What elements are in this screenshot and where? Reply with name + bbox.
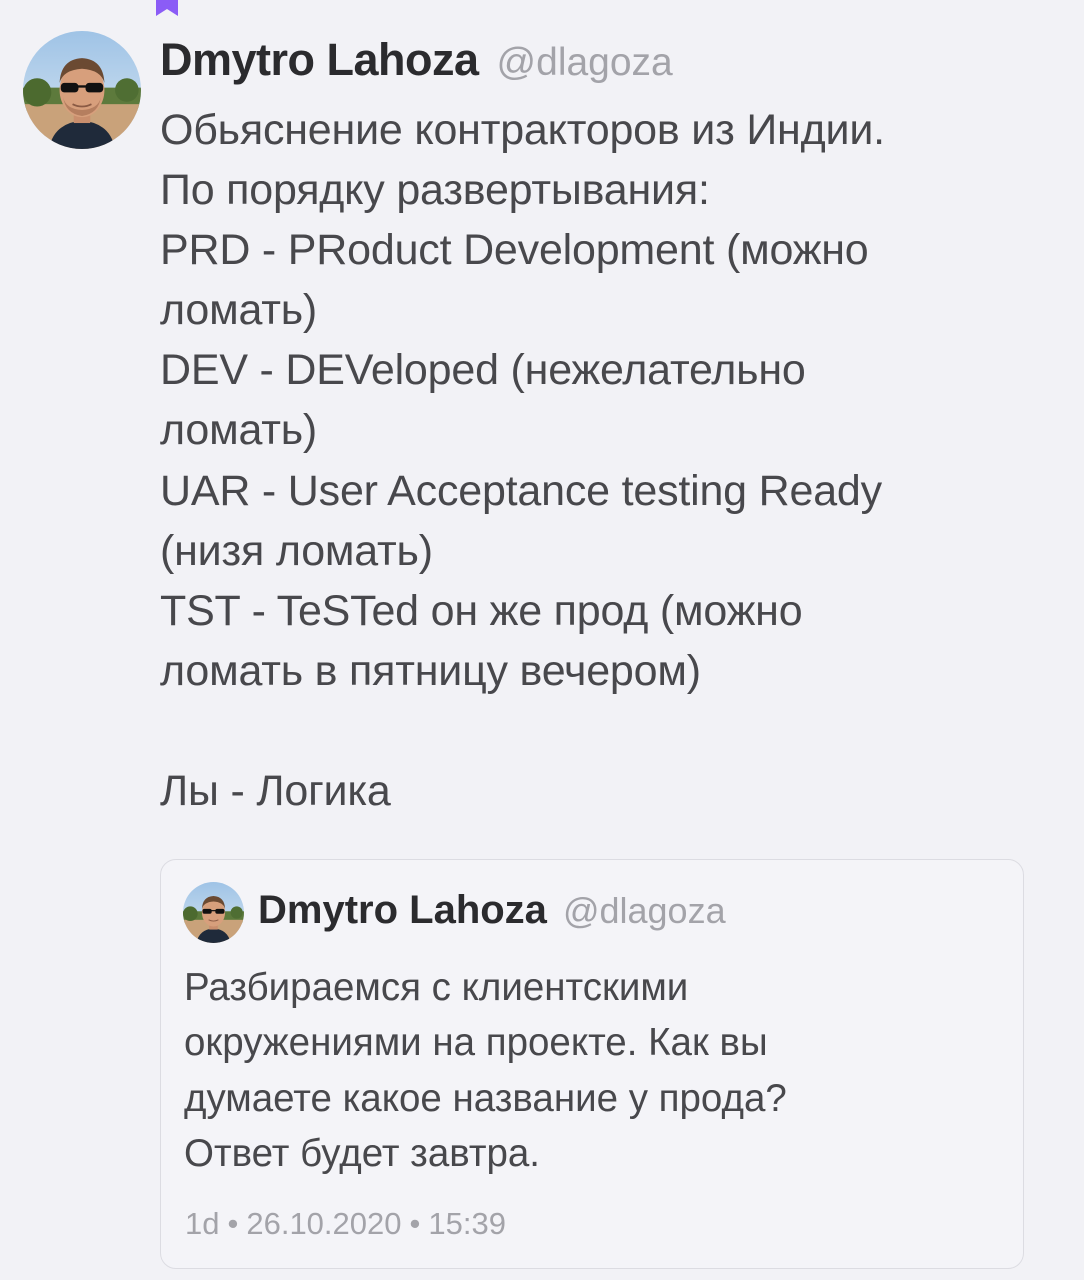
author-handle[interactable]: @dlagoza <box>497 41 673 85</box>
post-line: ломать) <box>160 286 318 335</box>
post-line: UAR - User Acceptance testing Ready <box>160 466 882 515</box>
separator-dot: • <box>227 1206 239 1241</box>
quoted-post-text: Разбираемся с клиентскими окружениями на… <box>184 960 1004 1181</box>
post-date: 26.10.2020 <box>246 1206 402 1241</box>
avatar-photo <box>183 882 244 943</box>
post-line: (низя ломать) <box>160 526 433 575</box>
post-time: 15:39 <box>428 1206 506 1241</box>
post-blank-line <box>160 701 1060 761</box>
quoted-post-header: Dmytro Lahoza @dlagoza <box>258 888 726 933</box>
quoted-post-timestamp[interactable]: 1d • 26.10.2020 • 15:39 <box>185 1206 506 1242</box>
post-line: PRD - PRoduct Development (можно <box>160 226 869 275</box>
author-name[interactable]: Dmytro Lahoza <box>160 34 479 86</box>
post-line: ломать) <box>160 406 318 455</box>
post-line: DEV - DEVeloped (нежелательно <box>160 346 806 395</box>
post-line: ломать в пятницу вечером) <box>160 646 701 695</box>
avatar-photo <box>23 31 141 149</box>
post-age: 1d <box>185 1206 220 1241</box>
post-header: Dmytro Lahoza @dlagoza <box>160 34 673 90</box>
quoted-post-line: Ответ будет завтра. <box>184 1131 540 1175</box>
post-text: Обьяснение контракторов из Индии. По пор… <box>160 100 1060 821</box>
post-line: TST - TeSTed он же прод (можно <box>160 586 803 635</box>
author-avatar[interactable] <box>23 31 141 149</box>
quoted-author-avatar[interactable] <box>183 882 244 943</box>
post-line: Лы - Логика <box>160 767 391 816</box>
quoted-post-line: думаете какое название у прода? <box>184 1076 787 1120</box>
quoted-author-name[interactable]: Dmytro Lahoza <box>258 888 547 933</box>
quoted-post-line: Разбираемся с клиентскими <box>184 966 689 1009</box>
post-line: По порядку развертывания: <box>160 166 710 215</box>
post-line: Обьяснение контракторов из Индии. <box>160 106 885 154</box>
quoted-author-handle[interactable]: @dlagoza <box>563 890 726 932</box>
quoted-post-card[interactable]: Dmytro Lahoza @dlagoza Разбираемся с кли… <box>160 859 1024 1269</box>
bookmark-icon[interactable] <box>156 0 178 16</box>
separator-dot: • <box>409 1206 421 1241</box>
quoted-post-line: окружениями на проекте. Как вы <box>184 1021 768 1065</box>
